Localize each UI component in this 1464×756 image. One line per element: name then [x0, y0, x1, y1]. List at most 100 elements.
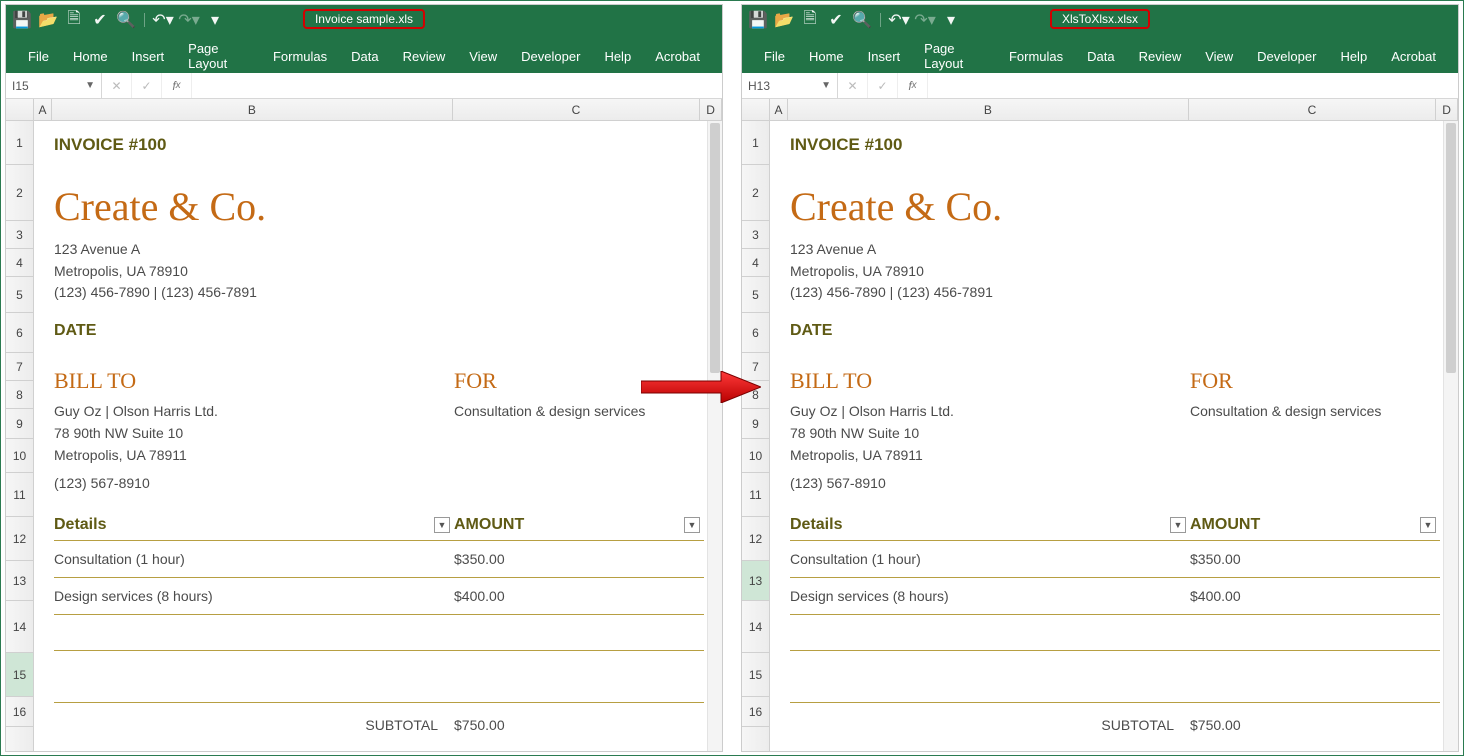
- row-header-12[interactable]: 12: [6, 517, 33, 561]
- col-header-D[interactable]: D: [1436, 99, 1458, 120]
- menu-insert[interactable]: Insert: [120, 39, 177, 73]
- name-box-dropdown-icon[interactable]: ▼: [85, 80, 95, 91]
- menu-home[interactable]: Home: [797, 39, 856, 73]
- row-header-8[interactable]: 8: [742, 381, 769, 409]
- menu-review[interactable]: Review: [391, 39, 458, 73]
- row-header-10[interactable]: 10: [742, 439, 769, 473]
- row-header-16[interactable]: 16: [742, 697, 769, 727]
- cancel-formula-icon[interactable]: ✕: [102, 73, 132, 98]
- menu-view[interactable]: View: [1193, 39, 1245, 73]
- row-header-3[interactable]: 3: [742, 221, 769, 249]
- col-header-B[interactable]: B: [52, 99, 453, 120]
- row-header-4[interactable]: 4: [742, 249, 769, 277]
- row-header-1[interactable]: 1: [742, 121, 769, 165]
- select-all-corner[interactable]: [742, 99, 770, 121]
- row-header-16[interactable]: 16: [6, 697, 33, 727]
- menu-file[interactable]: File: [16, 39, 61, 73]
- menu-page-layout[interactable]: Page Layout: [176, 39, 261, 73]
- column-headers[interactable]: ABCD: [34, 99, 722, 121]
- menu-file[interactable]: File: [752, 39, 797, 73]
- row-header-14[interactable]: 14: [6, 601, 33, 653]
- row-headers[interactable]: 12345678910111213141516: [742, 121, 770, 751]
- row-header-15[interactable]: 15: [6, 653, 33, 697]
- row-header-5[interactable]: 5: [742, 277, 769, 313]
- scrollbar-thumb[interactable]: [710, 123, 720, 373]
- row-header-9[interactable]: 9: [742, 409, 769, 439]
- row-header-15[interactable]: 15: [742, 653, 769, 697]
- undo-icon[interactable]: ↶▾: [891, 12, 907, 28]
- vertical-scrollbar[interactable]: [707, 121, 722, 751]
- menu-insert[interactable]: Insert: [856, 39, 913, 73]
- enter-formula-icon[interactable]: ✓: [132, 73, 162, 98]
- col-header-B[interactable]: B: [788, 99, 1189, 120]
- undo-icon[interactable]: ↶▾: [155, 12, 171, 28]
- redo-icon[interactable]: ↷▾: [181, 12, 197, 28]
- select-all-corner[interactable]: [6, 99, 34, 121]
- menu-acrobat[interactable]: Acrobat: [1379, 39, 1448, 73]
- col-header-C[interactable]: C: [453, 99, 700, 120]
- menu-acrobat[interactable]: Acrobat: [643, 39, 712, 73]
- filter-button-details[interactable]: ▼: [434, 517, 450, 533]
- cancel-formula-icon[interactable]: ✕: [838, 73, 868, 98]
- row-header-4[interactable]: 4: [6, 249, 33, 277]
- row-header-7[interactable]: 7: [6, 353, 33, 381]
- row-header-1[interactable]: 1: [6, 121, 33, 165]
- row-header-13[interactable]: 13: [6, 561, 33, 601]
- print-preview-icon[interactable]: 🔍: [118, 12, 134, 28]
- row-header-12[interactable]: 12: [742, 517, 769, 561]
- menu-developer[interactable]: Developer: [1245, 39, 1328, 73]
- enter-formula-icon[interactable]: ✓: [868, 73, 898, 98]
- row-header-13[interactable]: 13: [742, 561, 769, 601]
- col-header-A[interactable]: A: [770, 99, 788, 120]
- menu-developer[interactable]: Developer: [509, 39, 592, 73]
- save-icon[interactable]: 💾: [14, 12, 30, 28]
- name-box[interactable]: H13 ▼: [742, 73, 838, 98]
- grid[interactable]: INVOICE #100Create & Co.123 Avenue AMetr…: [770, 121, 1458, 751]
- spellcheck-icon[interactable]: ✔: [92, 12, 108, 28]
- fx-icon[interactable]: fx: [162, 73, 192, 98]
- col-header-A[interactable]: A: [34, 99, 52, 120]
- fx-icon[interactable]: fx: [898, 73, 928, 98]
- redo-icon[interactable]: ↷▾: [917, 12, 933, 28]
- row-header-10[interactable]: 10: [6, 439, 33, 473]
- scrollbar-thumb[interactable]: [1446, 123, 1456, 373]
- spellcheck-icon[interactable]: ✔: [828, 12, 844, 28]
- vertical-scrollbar[interactable]: [1443, 121, 1458, 751]
- row-header-11[interactable]: 11: [742, 473, 769, 517]
- row-header-2[interactable]: 2: [6, 165, 33, 221]
- row-header-8[interactable]: 8: [6, 381, 33, 409]
- row-header-9[interactable]: 9: [6, 409, 33, 439]
- menu-formulas[interactable]: Formulas: [997, 39, 1075, 73]
- row-header-3[interactable]: 3: [6, 221, 33, 249]
- column-headers[interactable]: ABCD: [770, 99, 1458, 121]
- open-icon[interactable]: 📂: [776, 12, 792, 28]
- menu-data[interactable]: Data: [339, 39, 390, 73]
- menu-formulas[interactable]: Formulas: [261, 39, 339, 73]
- filter-button-details[interactable]: ▼: [1170, 517, 1186, 533]
- print-preview-icon[interactable]: 🔍: [854, 12, 870, 28]
- row-header-11[interactable]: 11: [6, 473, 33, 517]
- menu-page-layout[interactable]: Page Layout: [912, 39, 997, 73]
- new-icon[interactable]: 🗎: [66, 12, 82, 28]
- filter-button-amount[interactable]: ▼: [1420, 517, 1436, 533]
- menu-home[interactable]: Home: [61, 39, 120, 73]
- row-header-6[interactable]: 6: [6, 313, 33, 353]
- row-header-7[interactable]: 7: [742, 353, 769, 381]
- customize-qat-icon[interactable]: ▾: [207, 12, 223, 28]
- col-header-C[interactable]: C: [1189, 99, 1436, 120]
- menu-help[interactable]: Help: [1328, 39, 1379, 73]
- grid[interactable]: INVOICE #100Create & Co.123 Avenue AMetr…: [34, 121, 722, 751]
- row-header-5[interactable]: 5: [6, 277, 33, 313]
- col-header-D[interactable]: D: [700, 99, 722, 120]
- menu-help[interactable]: Help: [592, 39, 643, 73]
- name-box[interactable]: I15 ▼: [6, 73, 102, 98]
- menu-review[interactable]: Review: [1127, 39, 1194, 73]
- row-header-2[interactable]: 2: [742, 165, 769, 221]
- row-header-14[interactable]: 14: [742, 601, 769, 653]
- row-headers[interactable]: 12345678910111213141516: [6, 121, 34, 751]
- save-icon[interactable]: 💾: [750, 12, 766, 28]
- menu-data[interactable]: Data: [1075, 39, 1126, 73]
- filter-button-amount[interactable]: ▼: [684, 517, 700, 533]
- new-icon[interactable]: 🗎: [802, 12, 818, 28]
- row-header-6[interactable]: 6: [742, 313, 769, 353]
